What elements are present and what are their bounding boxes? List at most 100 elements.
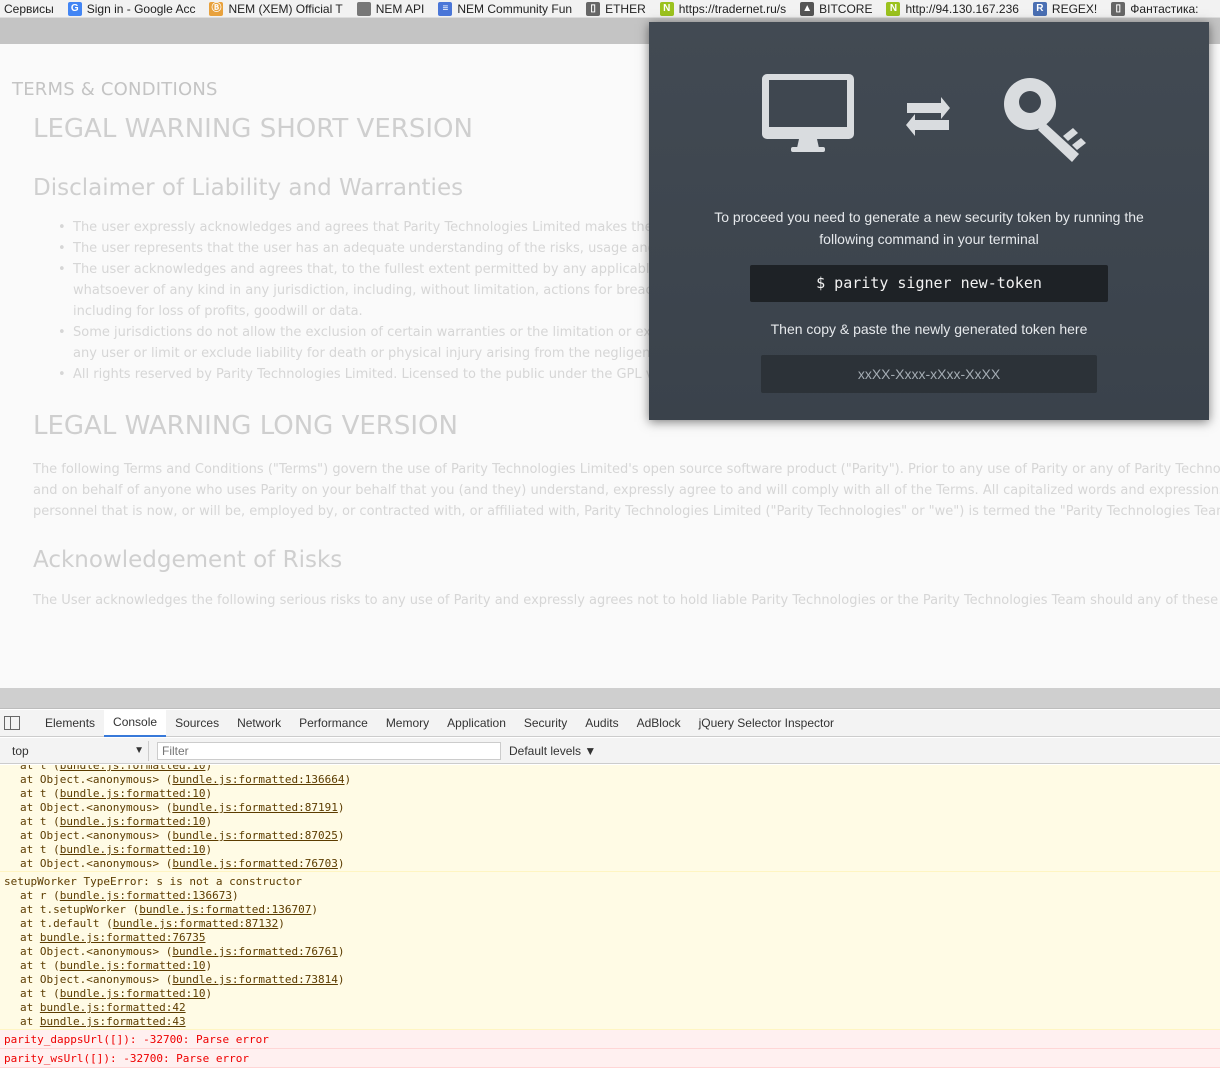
tab-sources[interactable]: Sources bbox=[166, 710, 228, 737]
bookmark-item[interactable]: R REGEX! bbox=[1032, 1, 1097, 16]
source-link[interactable]: bundle.js:formatted:10 bbox=[60, 987, 206, 1000]
bookmark-label: BITCORE bbox=[819, 1, 873, 16]
frame-text: ) bbox=[337, 857, 345, 870]
source-link[interactable]: bundle.js:formatted:76735 bbox=[40, 931, 206, 944]
terms-label: TERMS & CONDITIONS bbox=[12, 79, 218, 100]
stack-frame: at t.default (bundle.js:formatted:87132) bbox=[0, 917, 1220, 931]
bullet-item: The user acknowledges and agrees that, t… bbox=[58, 262, 705, 277]
r-icon: R bbox=[1032, 1, 1047, 16]
source-link[interactable]: bundle.js:formatted:76761 bbox=[172, 945, 338, 958]
source-link[interactable]: bundle.js:formatted:10 bbox=[60, 765, 206, 772]
tab-jquery-selector-inspector[interactable]: jQuery Selector Inspector bbox=[690, 710, 843, 737]
frame-text: at t ( bbox=[20, 959, 60, 972]
bookmark-item[interactable]: NEM API bbox=[356, 1, 425, 16]
source-link[interactable]: bundle.js:formatted:10 bbox=[60, 843, 206, 856]
console-filter-input[interactable] bbox=[157, 741, 501, 760]
frame-text: at r ( bbox=[20, 889, 60, 902]
bookmark-item[interactable]: ▯ Фантастика: bbox=[1111, 1, 1199, 16]
stack-frame: at Object.<anonymous> (bundle.js:formatt… bbox=[0, 945, 1220, 959]
frame-text: ) bbox=[311, 903, 319, 916]
source-link[interactable]: bundle.js:formatted:10 bbox=[60, 959, 206, 972]
bookmark-item[interactable]: ≡ NEM Community Fun bbox=[438, 1, 572, 16]
instruction-text: To proceed you need to generate a new se… bbox=[714, 209, 1144, 247]
frame-text: at Object.<anonymous> ( bbox=[20, 829, 173, 842]
monitor-icon bbox=[762, 74, 854, 152]
tab-audits[interactable]: Audits bbox=[576, 710, 627, 737]
source-link[interactable]: bundle.js:formatted:87132 bbox=[113, 917, 279, 930]
bookmark-label: https://tradernet.ru/s bbox=[678, 1, 787, 16]
tab-performance[interactable]: Performance bbox=[290, 710, 377, 737]
stack-frame: at Object.<anonymous> (bundle.js:formatt… bbox=[0, 857, 1220, 871]
frame-text: ) bbox=[337, 945, 345, 958]
stack-frame: at t (bundle.js:formatted:10) bbox=[0, 987, 1220, 1001]
source-link[interactable]: bundle.js:formatted:87025 bbox=[172, 829, 338, 842]
bookmark-item[interactable]: Nhttps://tradernet.ru/s bbox=[659, 1, 787, 16]
error-message: parity_dappsUrl([]): -32700: Parse error bbox=[0, 1030, 1220, 1049]
stack-frame: at bundle.js:formatted:76735 bbox=[0, 931, 1220, 945]
tab-memory[interactable]: Memory bbox=[377, 710, 438, 737]
book-icon: ▯ bbox=[586, 1, 601, 16]
n-icon: N bbox=[886, 1, 901, 16]
source-link[interactable]: bundle.js:formatted:73814 bbox=[172, 973, 338, 986]
stack-frame: at t.setupWorker (bundle.js:formatted:13… bbox=[0, 903, 1220, 917]
context-selector[interactable]: top ▼ bbox=[4, 740, 149, 761]
warning-message: setupWorker TypeError: s is not a constr… bbox=[4, 875, 303, 888]
bookmark-label: NEM (XEM) Official T bbox=[228, 1, 343, 16]
console-warning-group: at t (bundle.js:formatted:10) at Object.<… bbox=[0, 765, 1220, 872]
frame-text: at bbox=[20, 1001, 40, 1014]
frame-text: at t ( bbox=[20, 843, 60, 856]
bookmark-item[interactable]: Ⓑ NEM (XEM) Official T bbox=[209, 1, 343, 16]
frame-text: at bbox=[20, 931, 40, 944]
bookmark-item[interactable]: G Sign in - Google Acc bbox=[67, 1, 195, 16]
frame-text: at t.setupWorker ( bbox=[20, 903, 140, 916]
token-input[interactable] bbox=[761, 355, 1097, 393]
bookmark-item[interactable]: Сервисы bbox=[4, 2, 54, 16]
source-link[interactable]: bundle.js:formatted:87191 bbox=[172, 801, 338, 814]
devtools-tabbar: Elements Console Sources Network Performance… bbox=[0, 709, 1220, 737]
long-paragraph-line: personnel that is now, or will be, emplo… bbox=[33, 504, 1220, 519]
bookmark-item[interactable]: ▯ ETHER bbox=[586, 1, 646, 16]
tab-network[interactable]: Network bbox=[228, 710, 290, 737]
source-link[interactable]: bundle.js:formatted:136673 bbox=[60, 889, 232, 902]
source-link[interactable]: bundle.js:formatted:43 bbox=[40, 1015, 186, 1028]
source-link[interactable]: bundle.js:formatted:42 bbox=[40, 1001, 186, 1014]
frame-text: ) bbox=[278, 917, 285, 930]
frame-text: ) bbox=[205, 815, 213, 828]
source-link[interactable]: bundle.js:formatted:10 bbox=[60, 815, 206, 828]
log-levels-dropdown[interactable]: Default levels ▼ bbox=[509, 744, 596, 758]
stack-frame: at bundle.js:formatted:43 bbox=[0, 1015, 1220, 1029]
long-paragraph-line: and on behalf of anyone who uses Parity … bbox=[33, 483, 1220, 498]
bookmark-item[interactable]: Nhttp://94.130.167.236 bbox=[886, 1, 1019, 16]
frame-text: ) bbox=[205, 959, 213, 972]
bookmark-item[interactable]: ▲ BITCORE bbox=[800, 1, 873, 16]
devtools-resize-handle[interactable] bbox=[0, 688, 1220, 709]
heading-risks: Acknowledgement of Risks bbox=[33, 547, 343, 573]
frame-text: ) bbox=[205, 787, 213, 800]
frame-text: at t ( bbox=[20, 987, 60, 1000]
n-icon: N bbox=[659, 1, 674, 16]
source-link[interactable]: bundle.js:formatted:136707 bbox=[139, 903, 311, 916]
stack-frame: at r (bundle.js:formatted:136673) bbox=[0, 889, 1220, 903]
tab-console[interactable]: Console bbox=[104, 709, 167, 737]
tab-elements[interactable]: Elements bbox=[36, 710, 104, 737]
tab-application[interactable]: Application bbox=[438, 710, 515, 737]
tab-security[interactable]: Security bbox=[515, 710, 576, 737]
frame-text: ) bbox=[344, 773, 352, 786]
bookmark-label: NEM API bbox=[375, 1, 425, 16]
bookmark-label: Фантастика: bbox=[1130, 1, 1199, 16]
dock-side-icon[interactable] bbox=[4, 716, 20, 730]
triangle-icon: ▲ bbox=[800, 1, 815, 16]
source-link[interactable]: bundle.js:formatted:136664 bbox=[172, 773, 344, 786]
console-output: at t (bundle.js:formatted:10) at Object.<… bbox=[0, 765, 1220, 1068]
terminal-command: $ parity signer new-token bbox=[750, 265, 1108, 302]
frame-text: at Object.<anonymous> ( bbox=[20, 773, 173, 786]
heading-long-version: LEGAL WARNING LONG VERSION bbox=[33, 411, 458, 441]
heading-disclaimer: Disclaimer of Liability and Warranties bbox=[33, 175, 464, 201]
source-link[interactable]: bundle.js:formatted:76703 bbox=[172, 857, 338, 870]
nem-icon: Ⓑ bbox=[209, 1, 224, 16]
console-toolbar: top ▼ Default levels ▼ bbox=[0, 738, 1220, 764]
bullet-continuation: any user or limit or exclude liability f… bbox=[73, 346, 702, 361]
tab-adblock[interactable]: AdBlock bbox=[628, 710, 690, 737]
source-link[interactable]: bundle.js:formatted:10 bbox=[60, 787, 206, 800]
frame-text: at t.default ( bbox=[20, 917, 113, 930]
